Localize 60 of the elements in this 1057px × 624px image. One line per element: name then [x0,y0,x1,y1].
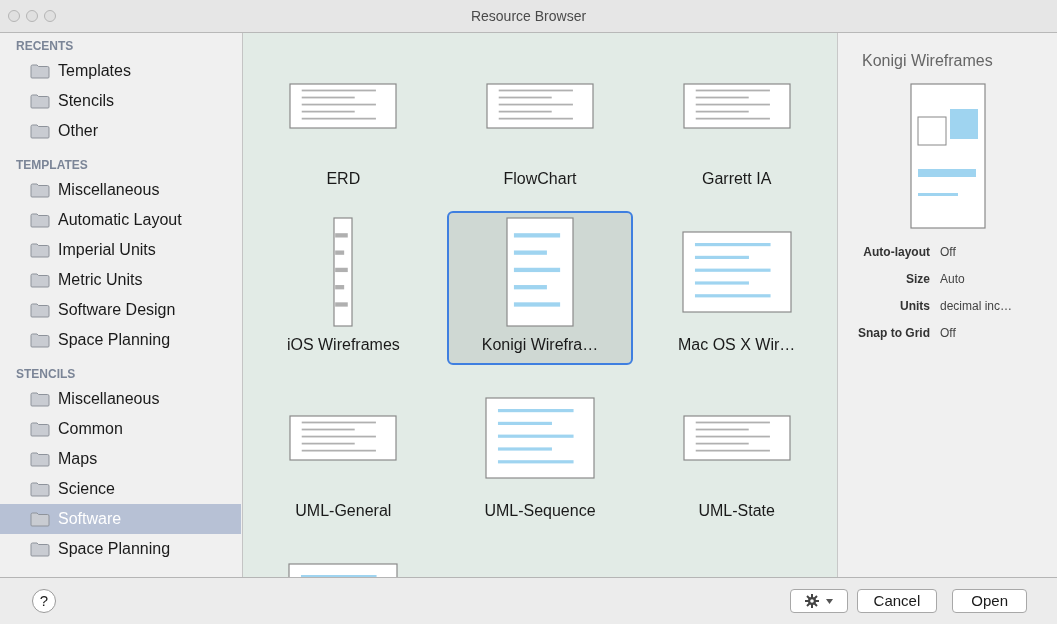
sidebar-item[interactable]: Space Planning [0,325,241,355]
sidebar-item[interactable]: Software Design [0,295,241,325]
folder-icon [30,272,50,288]
property-value: Off [940,244,957,261]
section-heading: STENCILS [16,366,76,383]
details-title: Konigi Wireframes [862,51,994,71]
zoom-window-icon[interactable] [44,10,56,22]
template-tile[interactable]: iOS Wireframes [250,211,437,365]
folder-icon [30,302,50,318]
template-tile[interactable]: Mac OS X Wir… [643,211,830,365]
template-tile[interactable]: Garrett IA [643,45,830,199]
property-label: Units [899,298,930,315]
property-label: Size [905,271,930,288]
cancel-button[interactable]: Cancel [856,589,938,613]
sidebar-item[interactable]: Miscellaneous [0,175,241,205]
template-tile[interactable]: Konigi Wirefra… [447,211,633,365]
folder-icon [30,63,50,79]
folder-icon [30,481,50,497]
folder-icon [30,212,50,228]
folder-icon [30,182,50,198]
folder-icon [30,541,50,557]
folder-icon [30,123,50,139]
settings-menu-button[interactable] [789,589,848,613]
sidebar-item[interactable]: Automatic Layout [0,205,241,235]
section-heading: TEMPLATES [16,157,88,174]
sidebar-item[interactable]: Stencils [0,86,241,116]
folder-icon [30,511,50,527]
help-button[interactable]: ? [32,589,56,613]
close-window-icon[interactable] [8,10,20,22]
sidebar-item[interactable]: Space Planning [0,534,241,564]
sidebar-item[interactable]: Common [0,414,241,444]
sidebar-item[interactable]: Science [0,474,241,504]
sidebar-item[interactable]: Imperial Units [0,235,241,265]
template-tile[interactable]: UML-State [643,377,830,531]
sidebar-item[interactable]: Miscellaneous [0,384,241,414]
open-button[interactable]: Open [952,589,1027,613]
folder-icon [30,332,50,348]
folder-icon [30,242,50,258]
property-value: Auto [940,271,966,288]
caret-icon [826,598,834,604]
template-tile[interactable]: ERD [250,45,437,199]
minimize-window-icon[interactable] [26,10,38,22]
sidebar-item[interactable]: Other [0,116,241,146]
property-label: Snap to Grid [858,325,930,342]
folder-icon [30,451,50,467]
template-tile[interactable]: UML-General [250,377,437,531]
section-heading: RECENTS [16,38,74,55]
folder-icon [30,421,50,437]
settings-icon [804,593,821,609]
folder-icon [30,391,50,407]
property-value: decimal inc… [940,298,1014,315]
sidebar-item[interactable]: Maps [0,444,241,474]
property-value: Off [940,325,957,342]
sidebar-item[interactable]: Templates [0,56,241,86]
window-title: Resource Browser [470,6,587,26]
template-tile[interactable]: UML-Sequence [447,377,633,531]
template-tile[interactable]: FlowChart [447,45,633,199]
folder-icon [30,93,50,109]
property-label: Auto-layout [862,244,930,261]
sidebar-item[interactable]: Metric Units [0,265,241,295]
